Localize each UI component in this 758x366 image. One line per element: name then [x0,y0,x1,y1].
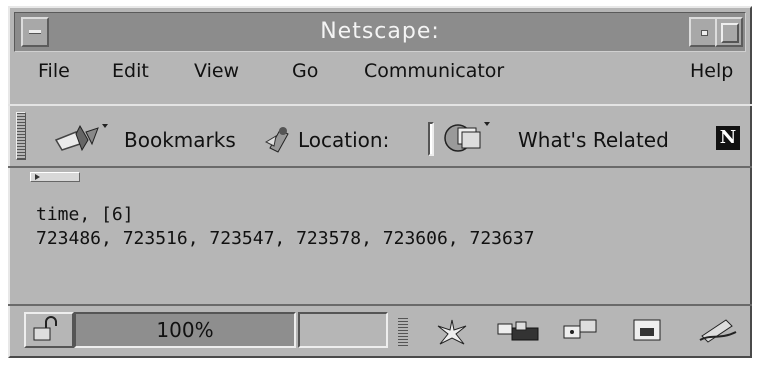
menu-communicator[interactable]: Communicator [364,60,504,82]
composer-icon[interactable] [628,316,668,344]
bookmarks-label[interactable]: Bookmarks [124,128,236,152]
window-title: Netscape: [320,19,440,44]
security-lock-icon [33,316,57,341]
collapsed-toolbar-tab[interactable] [30,172,80,182]
location-icon[interactable] [262,122,292,154]
menu-edit[interactable]: Edit [112,60,149,82]
content-line-time: time, [6] [36,204,134,225]
location-label: Location: [298,128,390,152]
menu-help[interactable]: Help [690,60,733,82]
toolbar-divider [8,104,752,106]
whats-related-label[interactable]: What's Related [518,128,669,152]
bookmarks-icon[interactable] [52,120,118,156]
menu-bar: File Edit View Go Communicator Help [14,56,746,90]
toolbar-bottom-edge [8,166,752,168]
security-button[interactable] [24,312,74,348]
status-message [298,312,388,348]
menu-go[interactable]: Go [292,60,318,82]
menu-view[interactable]: View [194,60,239,82]
navigator-icon[interactable] [432,316,472,346]
component-bar-grip[interactable] [398,316,408,346]
content-line-values: 723486, 723516, 723547, 723578, 723606, … [36,228,535,249]
location-input[interactable] [428,122,434,156]
maximize-button[interactable] [715,17,743,47]
title-bar[interactable]: Netscape: [14,12,746,52]
netscape-n-logo[interactable]: N [716,126,740,150]
edit-pen-icon[interactable] [696,314,742,344]
statusbar-divider [8,304,752,306]
mail-icon[interactable] [494,318,544,344]
toolbar-grip[interactable] [16,112,26,160]
minimize-button[interactable] [689,17,717,47]
discussions-icon[interactable] [560,316,606,344]
menu-file[interactable]: File [38,60,70,82]
whats-related-icon[interactable] [442,118,490,158]
zoom-progress: 100% [74,312,296,348]
